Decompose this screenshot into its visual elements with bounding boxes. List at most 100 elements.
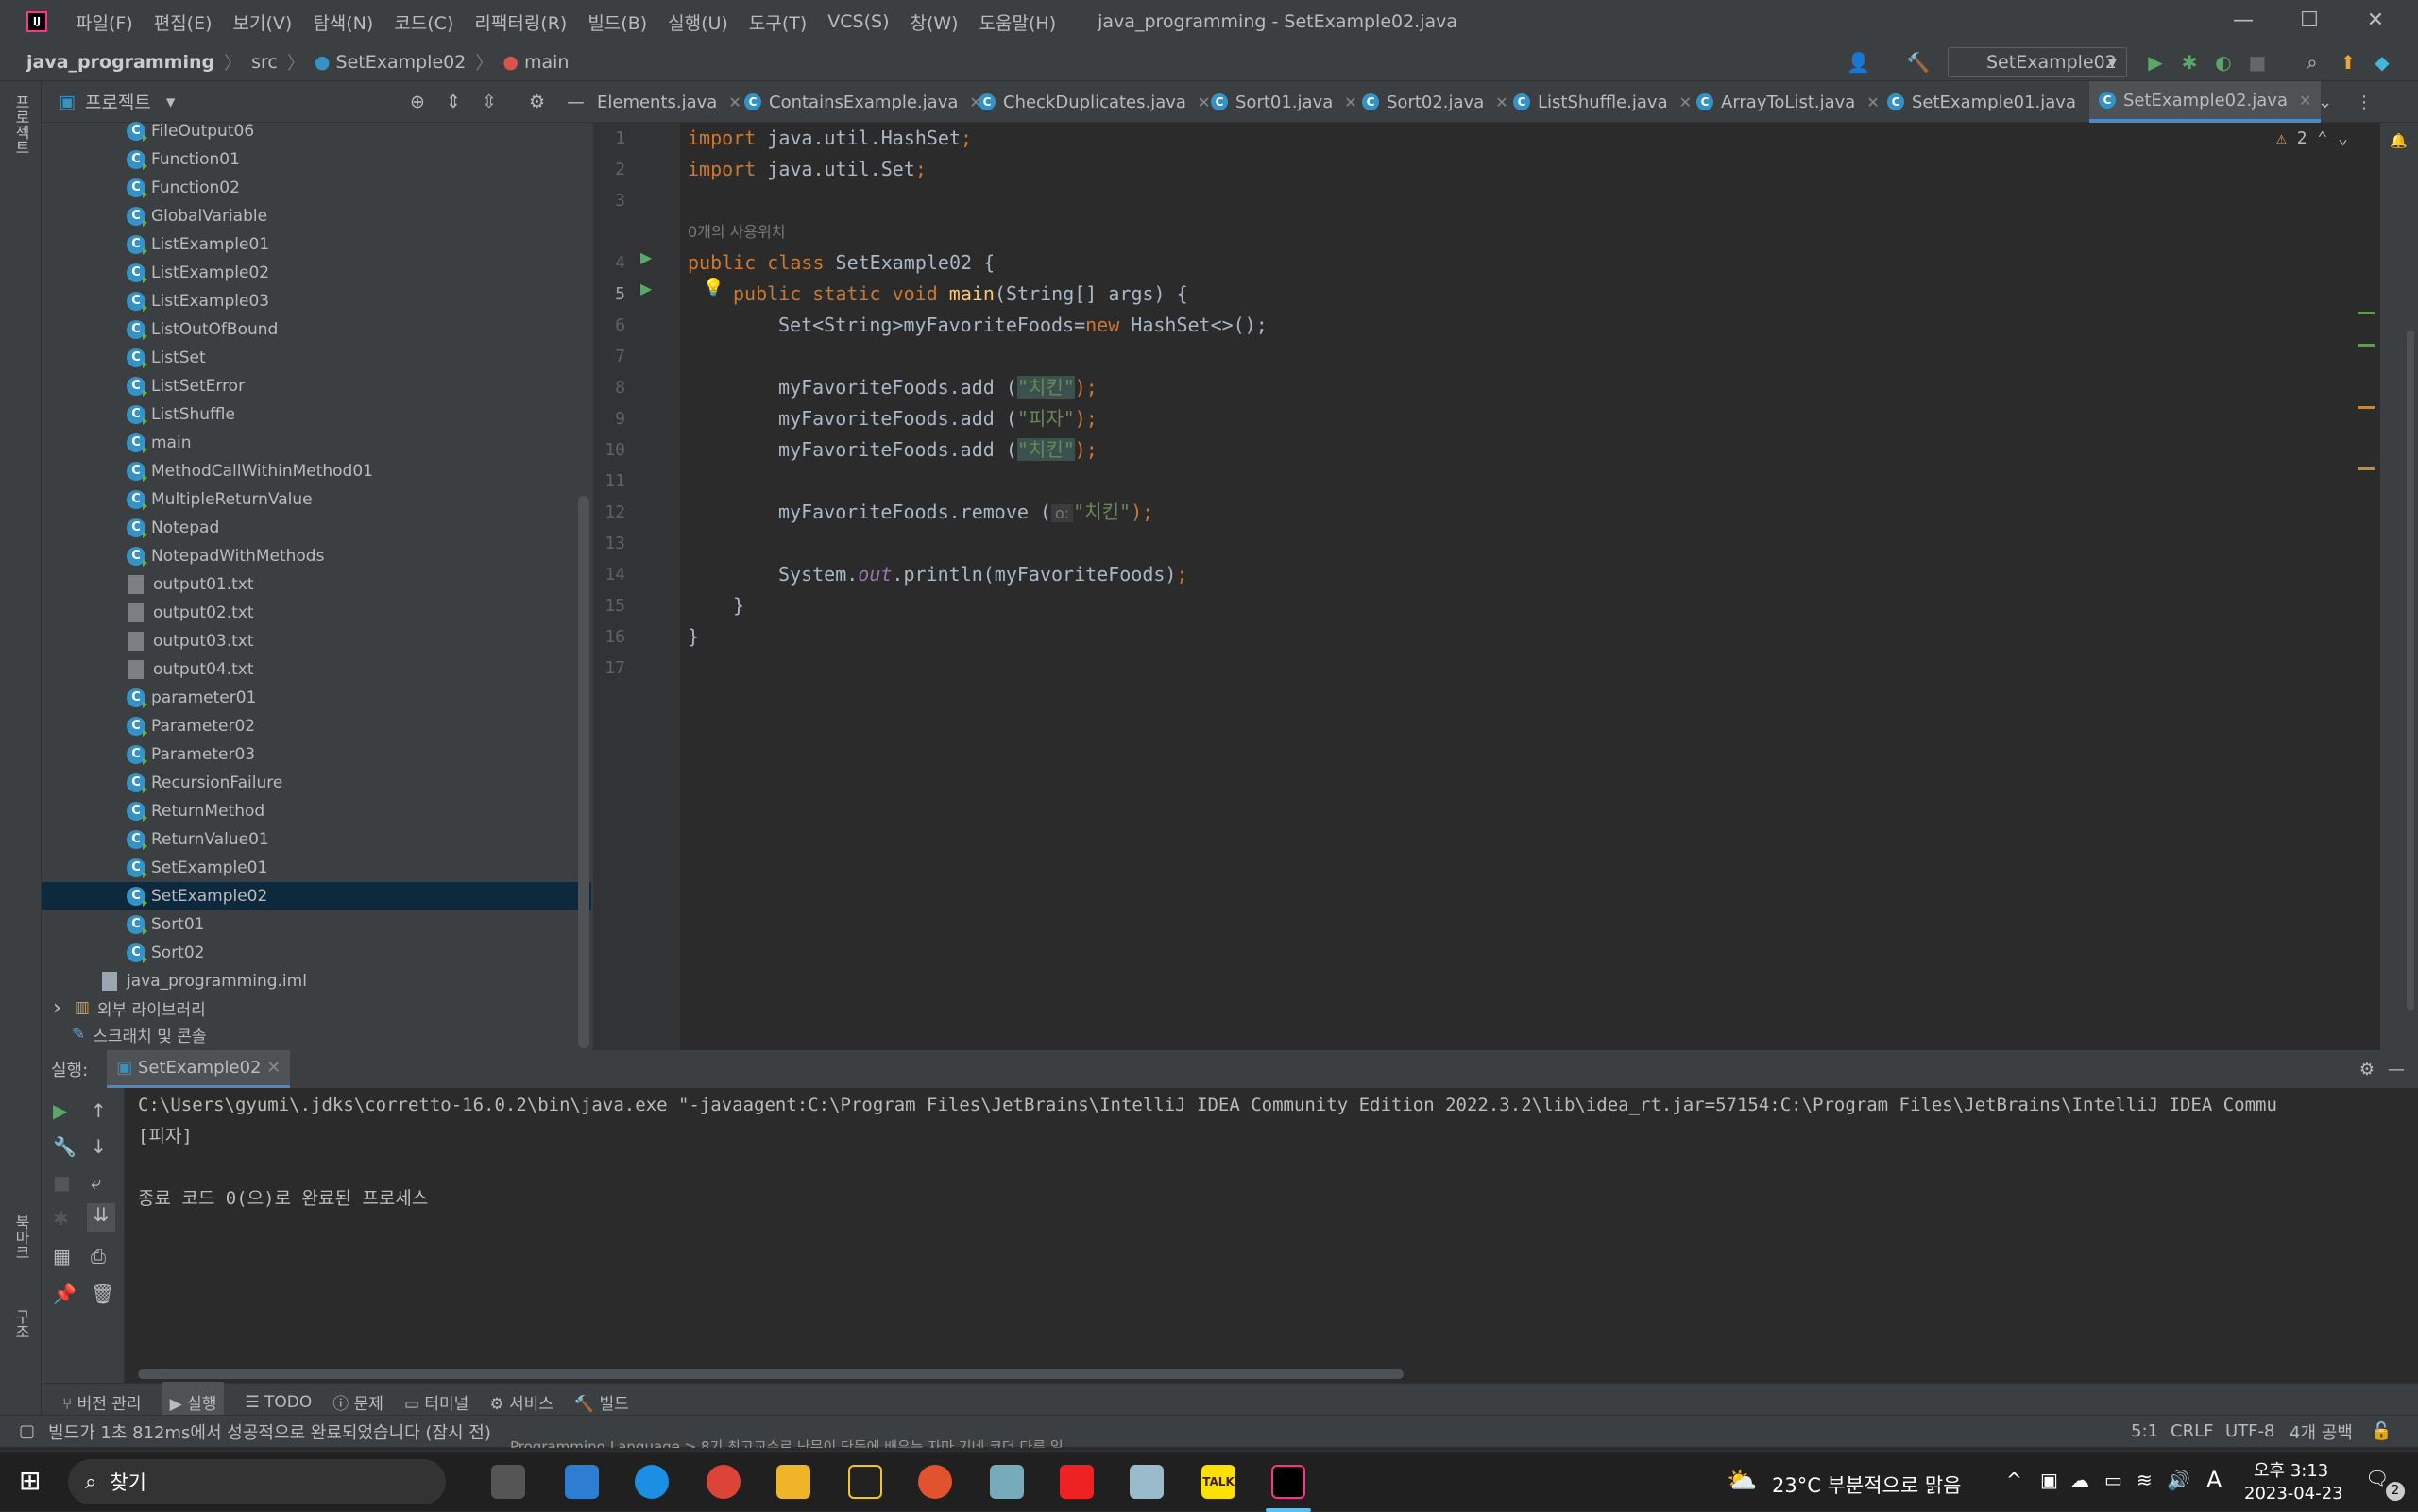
task-view-icon[interactable] (491, 1465, 525, 1499)
menu-file[interactable]: 파일(F) (76, 9, 133, 35)
project-tree-item[interactable]: C ListSet (127, 344, 665, 372)
project-tree-item[interactable]: › ▥ 외부 라이브러리 (53, 994, 591, 1022)
tab-services[interactable]: ⚙ 서비스 (489, 1390, 553, 1414)
search-icon[interactable]: ⌕ (2301, 51, 2324, 74)
update-icon[interactable]: ⬆ (2337, 51, 2359, 74)
close-icon[interactable]: ✕ (1198, 93, 1210, 111)
chevron-up-icon[interactable]: ^ (2006, 1469, 2022, 1491)
tab-sort01[interactable]: C Sort01.java ✕ (1211, 81, 1357, 123)
run-gutter-icon[interactable]: ▶ (640, 248, 652, 266)
paint-app-icon[interactable] (918, 1465, 952, 1499)
project-tree-item[interactable]: java_programming.iml (102, 967, 640, 995)
code-editor[interactable]: import java.util.HashSet; import java.ut… (680, 123, 2380, 1050)
paint-brush-icon[interactable] (990, 1465, 1024, 1499)
sticky-notes-icon[interactable] (848, 1465, 882, 1499)
file-encoding[interactable]: UTF-8 (2225, 1421, 2274, 1441)
expand-all-icon[interactable]: ⇕ (446, 92, 461, 112)
tab-check-duplicates[interactable]: C CheckDuplicates.java ✕ (979, 81, 1210, 123)
ime-indicator[interactable]: A (2206, 1467, 2222, 1493)
notification-center-icon[interactable]: 🗨 (2365, 1467, 2389, 1489)
stop-icon[interactable]: ■ (2246, 51, 2269, 74)
project-tree-item[interactable]: C ListSetError (127, 372, 665, 400)
build-hammer-icon[interactable]: 🔨 (1906, 51, 1930, 74)
kakaotalk-icon[interactable]: TALK (1201, 1465, 1235, 1499)
minimize-icon[interactable]: — (2210, 0, 2276, 43)
menu-view[interactable]: 보기(V) (233, 9, 293, 35)
change-marker[interactable] (2358, 312, 2375, 314)
menu-window[interactable]: 창(W) (910, 9, 958, 35)
status-message[interactable]: 빌드가 1초 812ms에서 성공적으로 완료되었습니다 (잠시 전) (48, 1419, 491, 1444)
project-tree-item[interactable]: C ListOutOfBound (127, 315, 665, 344)
stop-icon[interactable]: ■ (53, 1171, 71, 1194)
hide-panel-icon[interactable]: — (567, 92, 585, 112)
chevron-down-icon[interactable]: ⌄ (2338, 128, 2348, 148)
line-separator[interactable]: CRLF (2171, 1421, 2213, 1441)
menu-run[interactable]: 실행(U) (668, 9, 728, 35)
change-marker[interactable] (2358, 344, 2375, 347)
debug-icon[interactable]: ✱ (53, 1207, 69, 1230)
breadcrumb-class[interactable]: ● SetExample02 (315, 52, 466, 73)
project-tree-item[interactable]: C Function02 (127, 174, 665, 202)
battery-icon[interactable]: ▭ (2104, 1469, 2122, 1491)
chrome-icon[interactable] (707, 1465, 741, 1499)
rerun-icon[interactable]: ▶ (53, 1099, 67, 1122)
file-explorer-icon[interactable] (776, 1465, 810, 1499)
intention-bulb-icon[interactable]: 💡 (703, 278, 724, 297)
project-tree-item[interactable]: C GlobalVariable (127, 202, 665, 230)
tab-version-control[interactable]: ⑂ 버전 관리 (62, 1390, 142, 1414)
run-configuration-select[interactable]: SetExample02 ▾ (1948, 47, 2127, 77)
red-app-icon[interactable] (1060, 1465, 1094, 1499)
trash-icon[interactable]: 🗑 (91, 1283, 114, 1305)
usages-hint[interactable]: 0개의 사용위치 (688, 216, 786, 247)
breadcrumb-project[interactable]: java_programming (26, 52, 214, 73)
tab-terminal[interactable]: ▭ 터미널 (404, 1390, 468, 1414)
tab-contains-example[interactable]: C ContainsExample.java ✕ (744, 81, 982, 123)
run-gutter-icon[interactable]: ▶ (640, 280, 652, 297)
more-options-icon[interactable]: ⋮ (2356, 81, 2373, 123)
menu-help[interactable]: 도움말(H) (979, 9, 1057, 35)
project-scrollbar[interactable] (578, 496, 589, 1048)
tray-app-icon[interactable]: ▣ (2040, 1469, 2058, 1491)
weather-text[interactable]: 23°C 부분적으로 맑음 (1772, 1470, 1961, 1499)
edge-icon[interactable] (635, 1465, 669, 1499)
project-tree-item[interactable]: C MethodCallWithinMethod01 (127, 457, 665, 485)
chevron-up-icon[interactable]: ⌃ (2317, 128, 2327, 148)
menu-navigate[interactable]: 탐색(N) (313, 9, 373, 35)
tab-array-to-list[interactable]: C ArrayToList.java ✕ (1696, 81, 1880, 123)
taskbar-search[interactable]: ⌕ 찾기 (68, 1459, 446, 1504)
caret-position[interactable]: 5:1 (2131, 1421, 2158, 1441)
chevron-down-icon[interactable]: ⌄ (2318, 81, 2332, 123)
close-icon[interactable]: ✕ (728, 93, 741, 111)
locate-icon[interactable]: ⊕ (410, 92, 425, 112)
code-with-me-icon[interactable]: ◆ (2371, 51, 2393, 74)
soft-wrap-icon[interactable]: ⤶ (91, 1171, 101, 1194)
tab-build[interactable]: 🔨 빌드 (574, 1390, 629, 1414)
breadcrumb-method[interactable]: ● main (502, 52, 569, 73)
menu-code[interactable]: 코드(C) (394, 9, 453, 35)
close-icon[interactable]: ✕ (2342, 0, 2409, 43)
clock-date[interactable]: 2023-04-23 (2244, 1484, 2343, 1504)
windows-start-icon[interactable]: ⊞ (19, 1467, 47, 1495)
breadcrumb-src[interactable]: src (251, 52, 278, 73)
tab-set-example02[interactable]: C SetExample02.java ✕ (2089, 81, 2322, 123)
project-tree-item[interactable]: C ListExample01 (127, 230, 665, 259)
project-tree-item[interactable]: C ListExample03 (127, 287, 665, 315)
editor-scrollbar[interactable] (2407, 331, 2414, 1011)
monitor-app-icon[interactable] (565, 1465, 599, 1499)
tab-set-example01[interactable]: CSetExample01.java✕ (1887, 81, 2100, 123)
pin-icon[interactable]: 📌 (53, 1283, 77, 1305)
chevron-down-icon[interactable]: ▾ (166, 92, 176, 112)
run-tab[interactable]: ▣ SetExample02 ✕ (107, 1050, 291, 1088)
project-tree-item[interactable]: C ListShuffle (127, 400, 665, 429)
tab-problems[interactable]: ⓘ 문제 (332, 1390, 383, 1414)
project-tree-item[interactable]: C Function01 (127, 145, 665, 174)
intellij-taskbar-icon[interactable] (1271, 1465, 1305, 1499)
arrow-down-icon[interactable]: ↓ (91, 1135, 107, 1158)
cloud-icon[interactable]: ☁ (2070, 1469, 2089, 1491)
wrench-icon[interactable]: 🔧 (53, 1135, 77, 1158)
tab-list-shuffle[interactable]: C ListShuffle.java ✕ (1513, 81, 1692, 123)
project-panel-title[interactable]: 프로젝트 (85, 89, 151, 114)
menu-edit[interactable]: 편집(E) (154, 9, 213, 35)
status-panel-icon[interactable]: ▢ (19, 1421, 35, 1441)
maximize-icon[interactable]: ☐ (2276, 0, 2342, 43)
